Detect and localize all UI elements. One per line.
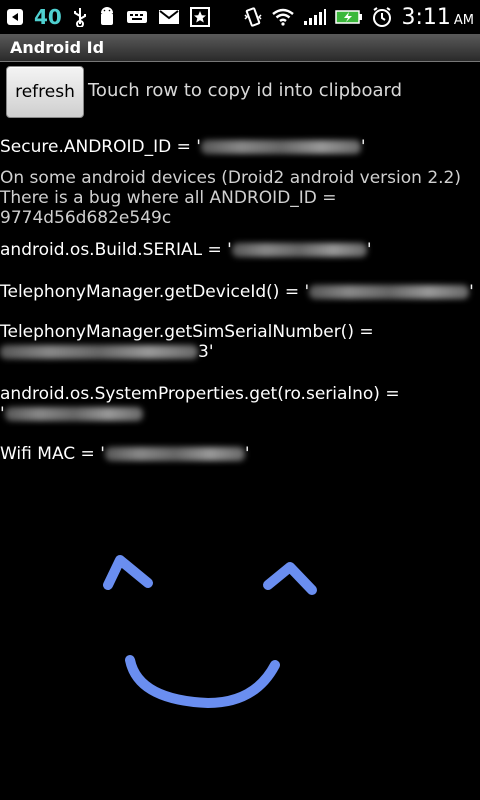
clock-ampm: AM (453, 12, 474, 28)
usb-icon (72, 7, 88, 27)
row-label: TelephonyManager.getDeviceId() = ' (0, 282, 310, 302)
row-label: TelephonyManager.getSimSerialNumber() = (0, 322, 374, 342)
redacted-value (309, 285, 470, 299)
refresh-button[interactable]: refresh (6, 66, 84, 118)
row-label: android.os.Build.SERIAL = ' (0, 240, 232, 260)
status-bar: 40 3:11 AM (0, 0, 480, 34)
clock: 3:11 AM (401, 5, 474, 30)
row-suffix: ' (469, 282, 474, 302)
app-title-bar: Android Id (0, 34, 480, 62)
redacted-value (104, 447, 245, 461)
row-label: Wifi MAC = ' (0, 444, 105, 464)
row-suffix: 3' (198, 342, 214, 362)
redacted-value (200, 140, 361, 154)
wifi-icon (271, 8, 295, 26)
row-build-serial[interactable]: android.os.Build.SERIAL = ' ' (0, 240, 480, 260)
hint-text: Touch row to copy id into clipboard (88, 80, 402, 101)
back-arrow-icon (6, 8, 24, 26)
row-suffix: ' (360, 137, 366, 157)
row-device-id[interactable]: TelephonyManager.getDeviceId() = ' ' (0, 282, 480, 302)
row-prefix: ' (0, 404, 5, 424)
alarm-clock-icon (371, 6, 393, 28)
signal-icon (303, 8, 327, 26)
row-android-id[interactable]: Secure.ANDROID_ID = ' ' (0, 137, 480, 157)
mouth-stroke (125, 655, 280, 709)
row-wifi-mac[interactable]: Wifi MAC = ' ' (0, 444, 480, 464)
android-debug-icon (98, 7, 116, 27)
redacted-value (4, 407, 143, 421)
star-icon (189, 7, 210, 27)
vibrate-icon (243, 7, 263, 27)
row-suffix: ' (366, 240, 372, 260)
row-sim-serial[interactable]: TelephonyManager.getSimSerialNumber() = … (0, 322, 480, 362)
smiley-face-drawing (103, 555, 317, 709)
gmail-icon (158, 9, 180, 25)
redacted-value (0, 345, 198, 359)
keyboard-icon (126, 9, 148, 25)
left-eye-stroke (103, 555, 153, 590)
battery-charging-icon (335, 9, 363, 25)
row-label: android.os.SystemProperties.get(ro.seria… (0, 384, 400, 404)
app-title: Android Id (10, 38, 105, 57)
notification-count: 40 (34, 5, 62, 29)
android-id-bug-note: On some android devices (Droid2 android … (0, 168, 461, 228)
row-suffix: ' (244, 444, 250, 464)
row-ro-serialno[interactable]: android.os.SystemProperties.get(ro.seria… (0, 384, 480, 424)
redacted-value (231, 243, 367, 257)
row-label: Secure.ANDROID_ID = ' (0, 137, 201, 157)
clock-time: 3:11 (401, 4, 451, 30)
right-eye-stroke (263, 562, 317, 595)
